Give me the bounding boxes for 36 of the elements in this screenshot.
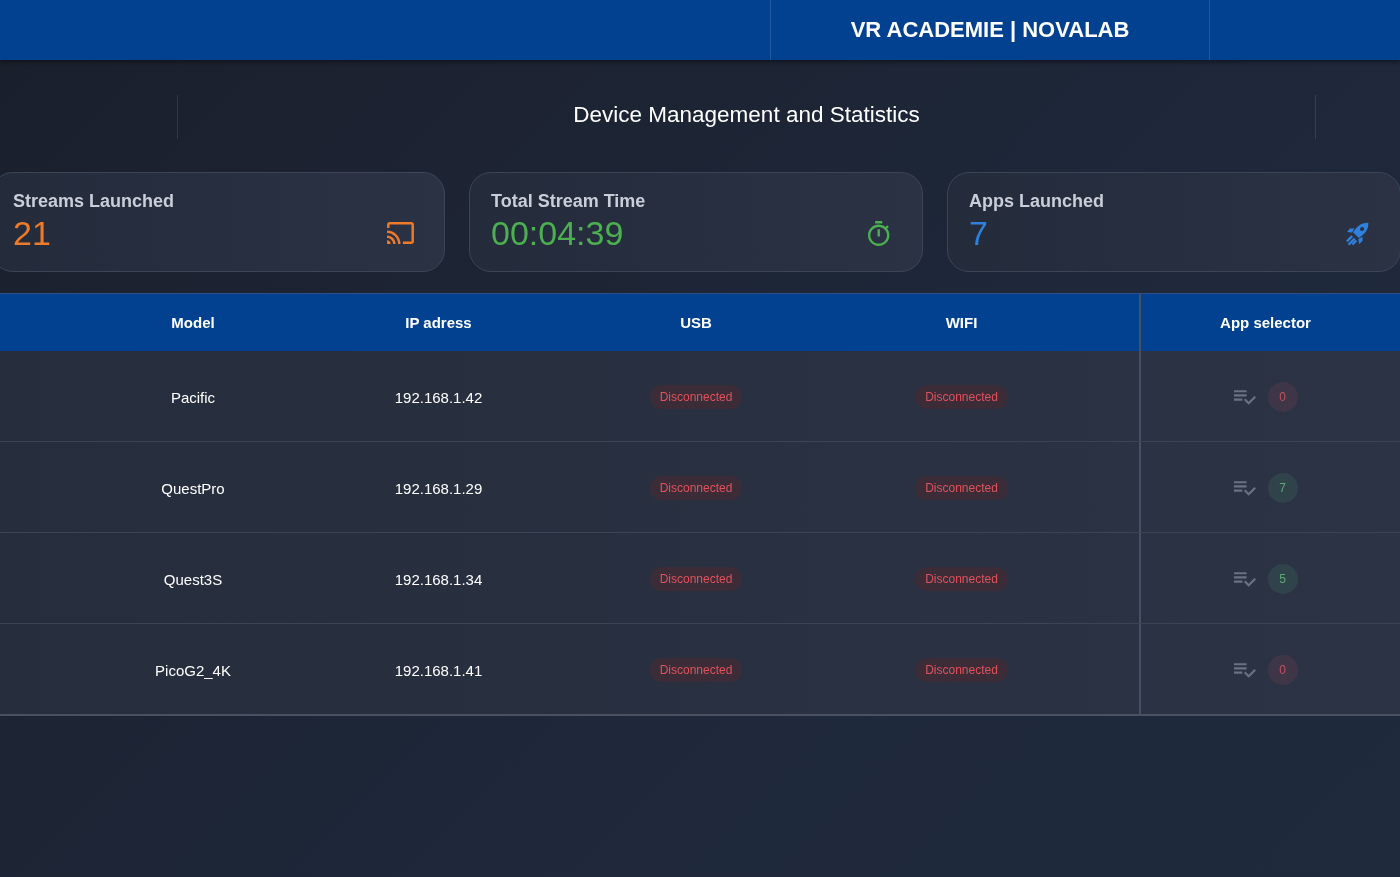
table-cell: Quest3S xyxy=(163,570,223,588)
stat-value: 21 xyxy=(13,214,51,252)
count-badge: 0 xyxy=(1267,382,1298,412)
stopwatch-icon xyxy=(868,220,890,246)
column-header: App selector xyxy=(1220,314,1311,331)
column-header: WIFI xyxy=(945,314,978,331)
stat-label: Apps Launched xyxy=(969,191,1104,212)
table-cell: 192.168.1.41 xyxy=(394,661,483,679)
status-badge: Disconnected xyxy=(649,658,743,682)
status-badge: Disconnected xyxy=(649,476,743,500)
status-badge: Disconnected xyxy=(915,658,1008,682)
table-cell: Pacific xyxy=(170,388,216,406)
rocket-icon xyxy=(1345,220,1370,246)
count-badge: 0 xyxy=(1267,655,1298,685)
status-badge: Disconnected xyxy=(649,567,743,591)
app-title: VR ACADEMIE | NOVALAB xyxy=(850,17,1130,43)
table-cell: 192.168.1.29 xyxy=(394,479,483,497)
column-header: Model xyxy=(171,314,215,331)
status-badge: Disconnected xyxy=(915,567,1008,591)
column-header: USB xyxy=(680,314,712,331)
stat-value: 00:04:39 xyxy=(491,214,624,252)
stat-value: 7 xyxy=(969,214,988,252)
table-cell: PicoG2_4K xyxy=(155,661,231,679)
status-badge: Disconnected xyxy=(915,476,1008,500)
page-title: Device Management and Statistics xyxy=(573,102,920,128)
stat-label: Total Stream Time xyxy=(491,191,646,212)
count-badge: 5 xyxy=(1267,564,1298,594)
column-header: IP adress xyxy=(405,314,472,331)
status-badge: Disconnected xyxy=(649,385,743,409)
count-badge: 7 xyxy=(1267,473,1298,503)
table-cell: 192.168.1.34 xyxy=(394,570,483,588)
status-badge: Disconnected xyxy=(915,385,1008,409)
table-cell: 192.168.1.42 xyxy=(394,388,483,406)
table-cell: QuestPro xyxy=(161,479,225,497)
cast-icon xyxy=(387,222,414,244)
stat-label: Streams Launched xyxy=(13,191,175,212)
